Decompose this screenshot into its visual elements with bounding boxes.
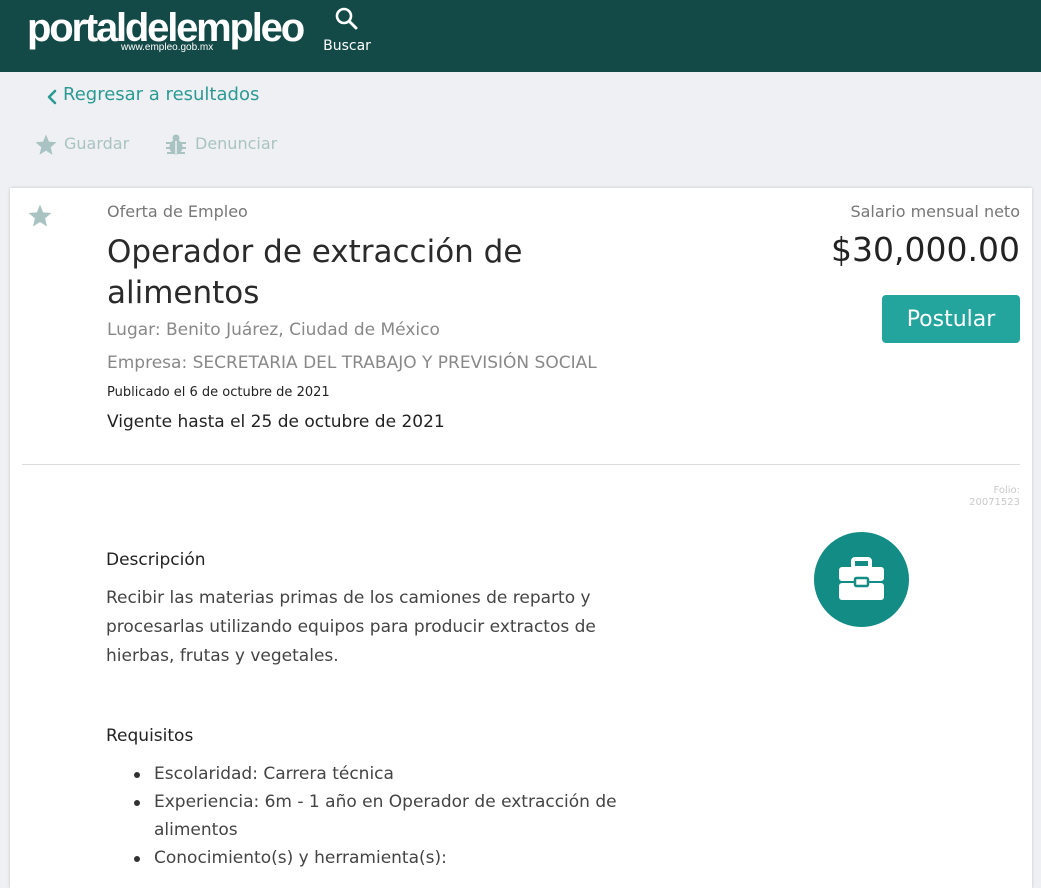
section-divider	[22, 464, 1020, 465]
folio-value: 20071523	[969, 497, 1020, 508]
top-navbar: portaldelempleo www.empleo.gob.mx Buscar	[0, 0, 1041, 72]
requirements-title: Requisitos	[106, 726, 194, 746]
list-item: Escolaridad: Carrera técnica	[106, 760, 626, 788]
search-button[interactable]: Buscar	[318, 4, 376, 58]
bug-icon	[166, 134, 186, 155]
save-button[interactable]: Guardar	[34, 132, 144, 158]
back-link-label: Regresar a resultados	[63, 84, 260, 105]
search-icon	[335, 7, 358, 30]
job-company: Empresa: SECRETARIA DEL TRABAJO Y PREVIS…	[107, 353, 597, 373]
list-item: Conocimiento(s) y herramienta(s):	[106, 844, 626, 872]
valid-until-date: Vigente hasta el 25 de octubre de 2021	[107, 412, 445, 432]
salary-label: Salario mensual neto	[850, 202, 1020, 221]
folio: Folio: 20071523	[969, 485, 1020, 509]
favorite-star-icon[interactable]	[27, 203, 53, 229]
salary-value: $30,000.00	[831, 230, 1020, 269]
star-icon	[35, 134, 57, 155]
logo-url-text: www.empleo.gob.mx	[121, 42, 214, 53]
folio-label: Folio:	[993, 485, 1020, 496]
search-label: Buscar	[323, 38, 371, 54]
apply-button[interactable]: Postular	[882, 295, 1020, 343]
portal-logo[interactable]: portaldelempleo www.empleo.gob.mx	[27, 6, 307, 58]
report-label: Denunciar	[195, 134, 278, 153]
briefcase-badge	[814, 532, 909, 627]
report-button[interactable]: Denunciar	[164, 132, 294, 158]
description-title: Descripción	[106, 550, 206, 570]
briefcase-icon	[839, 557, 884, 600]
save-label: Guardar	[64, 134, 130, 153]
list-item: Experiencia: 6m - 1 año en Operador de e…	[106, 788, 626, 844]
published-date: Publicado el 6 de octubre de 2021	[107, 385, 330, 400]
job-offer-card: Oferta de Empleo Operador de extracción …	[10, 188, 1032, 888]
job-title: Operador de extracción de alimentos	[107, 234, 523, 311]
description-text: Recibir las materias primas de los camio…	[106, 588, 596, 666]
chevron-left-icon	[47, 89, 57, 105]
offer-type-label: Oferta de Empleo	[107, 202, 248, 221]
job-location: Lugar: Benito Juárez, Ciudad de México	[107, 320, 440, 340]
requirements-list: Escolaridad: Carrera técnica Experiencia…	[106, 760, 626, 872]
